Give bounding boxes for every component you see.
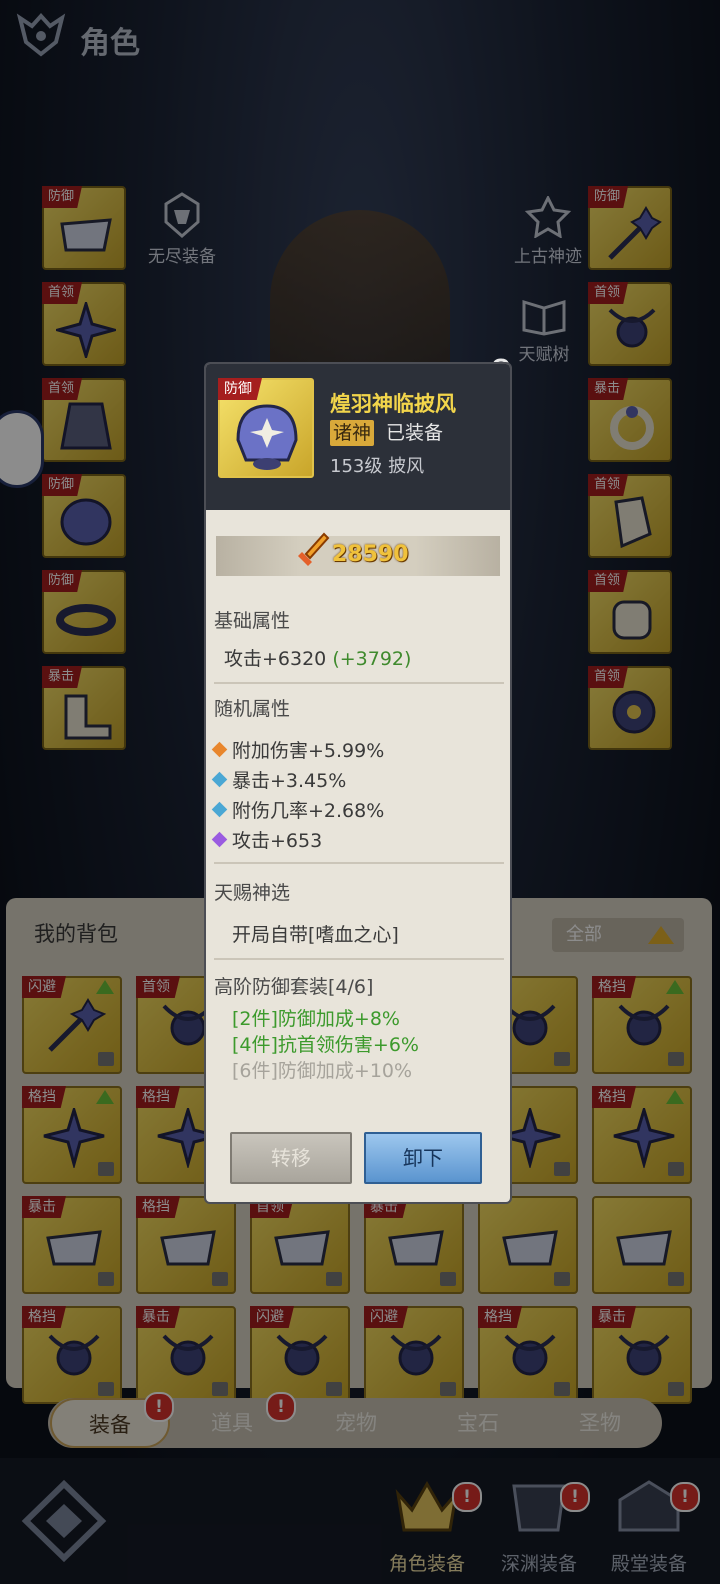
diamond-icon bbox=[211, 831, 228, 848]
set-bonus-6: [6件]防御加成+10% bbox=[232, 1060, 413, 1082]
combat-power: 28590 bbox=[332, 542, 409, 567]
popup-header: 防御 煌羽神临披风 诸神 已装备 153级 披风 bbox=[206, 364, 510, 510]
random-stat: 附加伤害+5.99% bbox=[210, 736, 384, 763]
item-detail-popup: 防御 煌羽神临披风 诸神 已装备 153级 披风 28590 基础属性 攻击+6… bbox=[204, 362, 512, 1204]
random-stats-title: 随机属性 bbox=[214, 698, 291, 720]
item-name: 煌羽神临披风 bbox=[330, 392, 456, 416]
equipped-status: 已装备 bbox=[386, 422, 444, 444]
set-bonus-4: [4件]抗首领伤害+6% bbox=[232, 1034, 419, 1056]
gift-title: 天赐神选 bbox=[214, 882, 291, 904]
item-level: 153级 披风 bbox=[330, 456, 425, 477]
random-stat-text: 附伤几率+2.68% bbox=[232, 800, 385, 822]
base-stat-bonus: (+3792) bbox=[332, 648, 412, 670]
transfer-button[interactable]: 转移 bbox=[230, 1132, 352, 1184]
base-stats-title: 基础属性 bbox=[214, 610, 291, 632]
random-stat: 攻击+653 bbox=[210, 826, 322, 853]
divider bbox=[214, 682, 504, 684]
random-stat-text: 攻击+653 bbox=[232, 830, 323, 852]
random-stat: 暴击+3.45% bbox=[210, 766, 346, 793]
item-tag: 防御 bbox=[218, 378, 262, 400]
diamond-icon bbox=[211, 771, 228, 788]
divider bbox=[214, 958, 504, 960]
divider bbox=[214, 862, 504, 864]
unequip-button[interactable]: 卸下 bbox=[364, 1132, 482, 1184]
sword-icon bbox=[298, 532, 330, 566]
random-stat-text: 暴击+3.45% bbox=[232, 770, 347, 792]
hood-icon bbox=[236, 404, 298, 470]
gift-text: 开局自带[嗜血之心] bbox=[232, 924, 399, 946]
base-stat-value: 攻击+6320 bbox=[224, 648, 327, 670]
diamond-icon bbox=[211, 741, 228, 758]
item-quality-badge: 诸神 bbox=[330, 420, 375, 446]
random-stat: 附伤几率+2.68% bbox=[210, 796, 384, 823]
set-bonus-2: [2件]防御加成+8% bbox=[232, 1008, 400, 1030]
diamond-icon bbox=[211, 801, 228, 818]
item-icon-frame: 防御 bbox=[218, 378, 314, 478]
set-title: 高阶防御套装[4/6] bbox=[214, 976, 374, 998]
base-stat: 攻击+6320 (+3792) bbox=[224, 644, 411, 671]
random-stat-text: 附加伤害+5.99% bbox=[232, 740, 385, 762]
